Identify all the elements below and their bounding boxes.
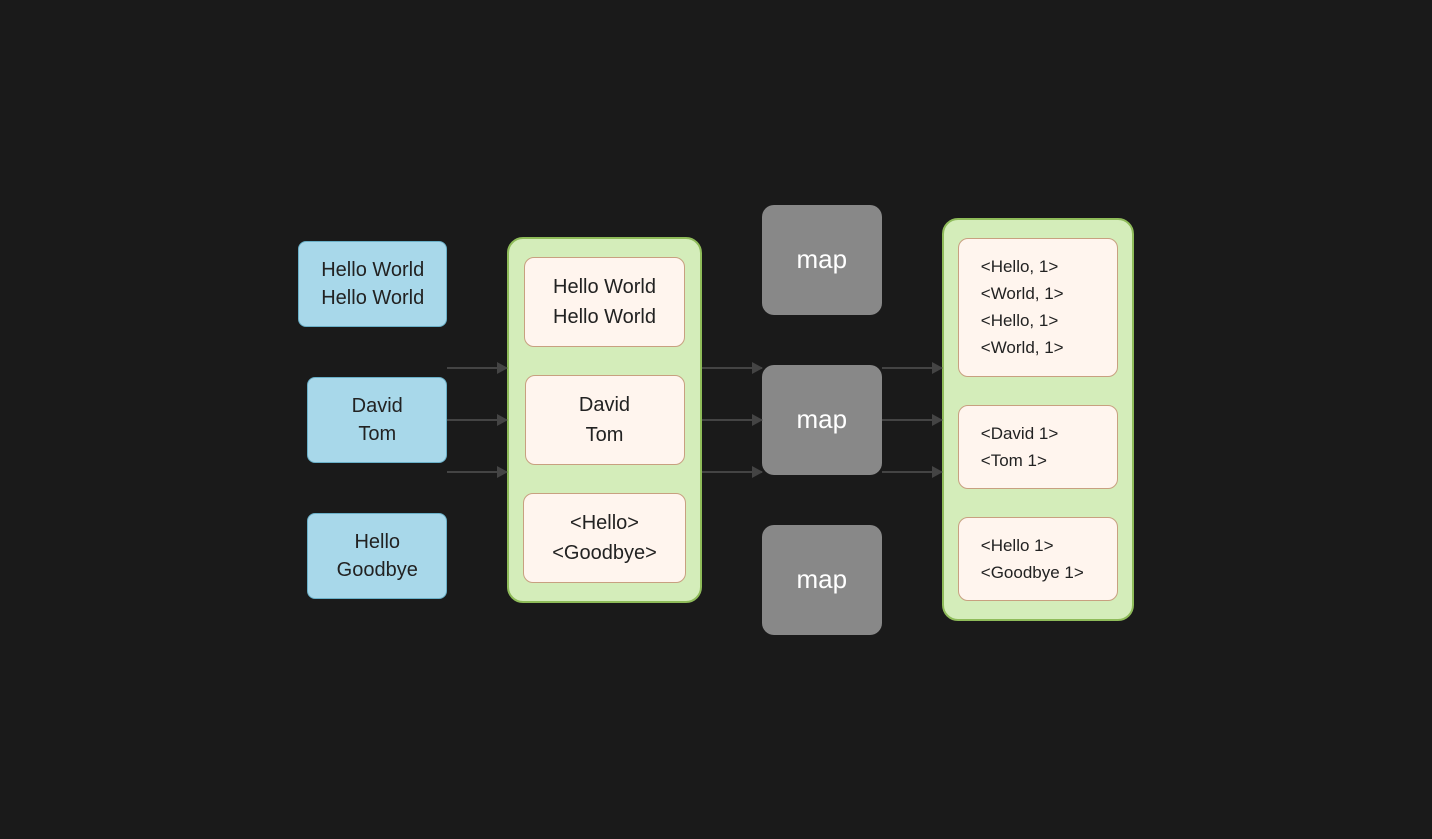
- arrow-8: [882, 419, 942, 421]
- inputs-column: Hello World Hello World David Tom Hello …: [298, 241, 447, 599]
- output-1-line1: <Hello, 1>: [981, 253, 1095, 280]
- green-box-3: <Hello> <Goodbye>: [523, 493, 686, 583]
- output-2-line1: <David 1>: [981, 420, 1095, 447]
- arrow-4: [702, 367, 762, 369]
- input-box-1: Hello World Hello World: [298, 241, 447, 327]
- map-label-3: map: [796, 564, 847, 595]
- output-1-line2: <World, 1>: [981, 280, 1095, 307]
- input-3-line2: Goodbye: [337, 559, 418, 581]
- green-input-panel: Hello World Hello World David Tom <Hello…: [507, 237, 702, 603]
- green-box-2: David Tom: [525, 375, 685, 465]
- arrows-green-to-map: [702, 367, 762, 473]
- output-box-3: <Hello 1> <Goodbye 1>: [958, 517, 1118, 601]
- map-box-2: map: [762, 365, 882, 475]
- input-1-line2: Hello World: [321, 287, 424, 309]
- output-3-line2: <Goodbye 1>: [981, 559, 1095, 586]
- map-box-1: map: [762, 205, 882, 315]
- output-2-line2: <Tom 1>: [981, 447, 1095, 474]
- green-3-line2: <Goodbye>: [552, 542, 657, 564]
- input-3-line1: Hello: [354, 531, 400, 553]
- arrows-inputs-to-green: [447, 367, 507, 473]
- output-1-line3: <Hello, 1>: [981, 307, 1095, 334]
- map-box-3: map: [762, 525, 882, 635]
- maps-column: map map map: [762, 205, 882, 635]
- arrow-6: [702, 471, 762, 473]
- green-1-line1: Hello World: [553, 276, 656, 298]
- map-label-1: map: [796, 244, 847, 275]
- green-2-line1: David: [579, 394, 630, 416]
- arrows-map-to-output: [882, 367, 942, 473]
- green-3-line1: <Hello>: [570, 512, 639, 534]
- arrow-9: [882, 471, 942, 473]
- output-box-2: <David 1> <Tom 1>: [958, 405, 1118, 489]
- arrow-1: [447, 367, 507, 369]
- green-2-line2: Tom: [586, 424, 624, 446]
- output-panel: <Hello, 1> <World, 1> <Hello, 1> <World,…: [942, 218, 1134, 622]
- diagram: Hello World Hello World David Tom Hello …: [298, 205, 1134, 635]
- input-2-line1: David: [352, 395, 403, 417]
- output-1-line4: <World, 1>: [981, 334, 1095, 361]
- output-3-line1: <Hello 1>: [981, 532, 1095, 559]
- output-box-1: <Hello, 1> <World, 1> <Hello, 1> <World,…: [958, 238, 1118, 377]
- arrow-2: [447, 419, 507, 421]
- map-label-2: map: [796, 404, 847, 435]
- input-box-3: Hello Goodbye: [307, 513, 447, 599]
- green-1-line2: Hello World: [553, 306, 656, 328]
- input-2-line2: Tom: [358, 423, 396, 445]
- green-box-1: Hello World Hello World: [524, 257, 685, 347]
- arrow-3: [447, 471, 507, 473]
- arrow-5: [702, 419, 762, 421]
- arrow-7: [882, 367, 942, 369]
- input-1-line1: Hello World: [321, 259, 424, 281]
- input-box-2: David Tom: [307, 377, 447, 463]
